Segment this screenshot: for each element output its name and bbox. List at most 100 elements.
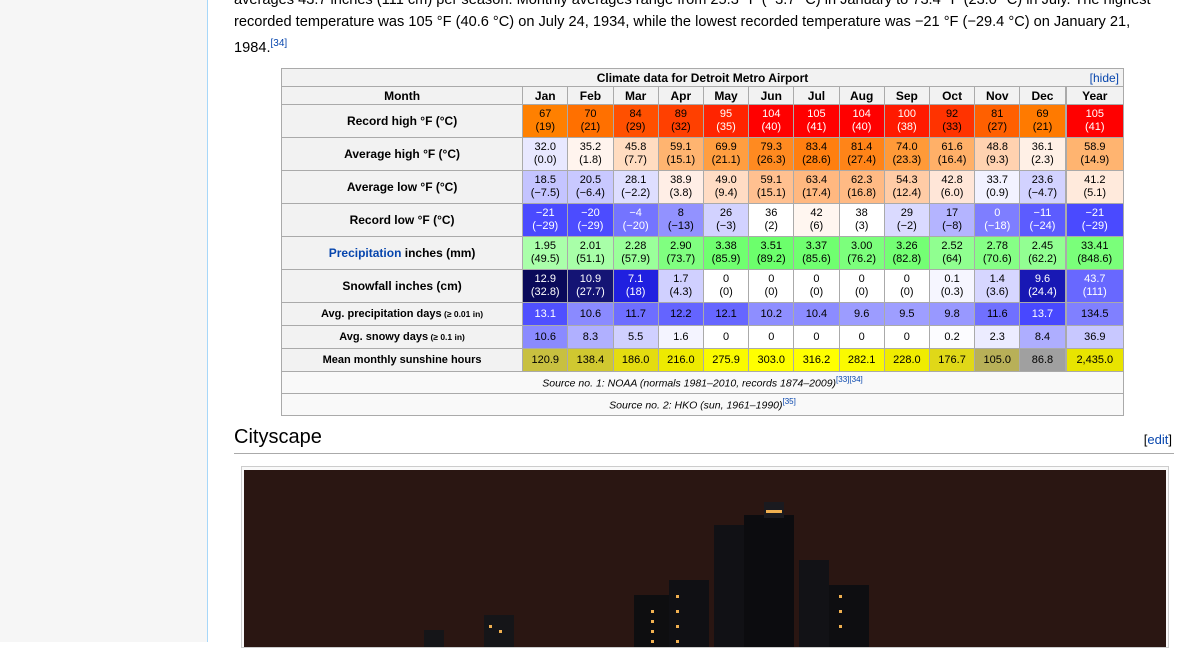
cell-value-fahrenheit: 81.4 bbox=[850, 141, 873, 153]
cell-value-fahrenheit: 67 bbox=[539, 108, 552, 120]
cell-value-fahrenheit: 0 bbox=[903, 273, 910, 285]
climate-paragraph: averages 43.7 inches (111 cm) per season… bbox=[234, 0, 1174, 59]
table-cell: 41.2 (5.1) bbox=[1064, 170, 1124, 204]
cell-value-fahrenheit: 8.4 bbox=[1034, 330, 1051, 343]
cell-value-metric: (85.6) bbox=[802, 253, 831, 265]
cell-value-fahrenheit: 104 bbox=[762, 108, 781, 120]
reference-link[interactable]: [33][34] bbox=[836, 375, 863, 384]
cell-value-fahrenheit: 2.01 bbox=[579, 240, 602, 252]
cell-value-metric: (2) bbox=[764, 220, 778, 232]
table-cell: 33.7 (0.9) bbox=[974, 170, 1021, 204]
cell-value-fahrenheit: 13.1 bbox=[534, 307, 556, 320]
cell-value-fahrenheit: 23.6 bbox=[1031, 174, 1054, 186]
cell-value-fahrenheit: 10.9 bbox=[579, 273, 602, 285]
cell-value-metric: (−29) bbox=[1081, 220, 1108, 232]
cell-value-fahrenheit: −11 bbox=[1033, 207, 1052, 219]
paragraph-line: 1984.[34] bbox=[234, 33, 1174, 59]
cell-value-fahrenheit: 29 bbox=[900, 207, 913, 219]
cell-value-fahrenheit: 3.51 bbox=[760, 240, 782, 252]
cell-value-fahrenheit: 0 bbox=[813, 273, 820, 285]
source-row: Source no. 1: NOAA (normals 1981–2010, r… bbox=[281, 371, 1124, 394]
cell-value-metric: (40) bbox=[761, 121, 782, 133]
cell-value-metric: (27) bbox=[987, 121, 1008, 133]
cell-value-fahrenheit: 42 bbox=[810, 207, 823, 219]
cell-value-metric: (−8) bbox=[942, 220, 962, 232]
cell-value-metric: (21) bbox=[580, 121, 601, 133]
cell-value-fahrenheit: 1.6 bbox=[673, 330, 689, 343]
cell-value-fahrenheit: 45.8 bbox=[624, 141, 647, 153]
table-cell: 13.7 bbox=[1019, 302, 1067, 326]
table-cell: 228.0 bbox=[883, 348, 930, 372]
table-title: Climate data for Detroit Metro Airport bbox=[596, 70, 809, 85]
cell-value-fahrenheit: 3.26 bbox=[896, 240, 918, 252]
cell-value-fahrenheit: 100 bbox=[897, 108, 917, 120]
cell-value-fahrenheit: 0 bbox=[768, 330, 775, 343]
cell-value-metric: (27.4) bbox=[847, 154, 877, 166]
month-header-jul: Jul bbox=[793, 86, 840, 105]
paragraph-line: averages 43.7 inches (111 cm) per season… bbox=[234, 0, 1151, 8]
cell-value-fahrenheit: 79.3 bbox=[760, 141, 782, 153]
cell-value-metric: (15.1) bbox=[666, 154, 696, 166]
cityscape-thumbnail-frame[interactable] bbox=[241, 466, 1169, 648]
edit-section-link[interactable]: [edit] bbox=[1144, 432, 1172, 447]
cell-value-fahrenheit: 3.38 bbox=[715, 240, 737, 252]
cell-value-fahrenheit: 48.8 bbox=[986, 141, 1008, 153]
cell-value-fahrenheit: 0.1 bbox=[944, 273, 960, 285]
table-cell: 42 (6) bbox=[793, 203, 840, 237]
cell-value-metric: (0.9) bbox=[985, 187, 1009, 199]
precipitation-link[interactable]: Precipitation bbox=[329, 246, 402, 260]
cell-value-fahrenheit: 26 bbox=[719, 207, 733, 219]
table-cell: −20 (−29) bbox=[567, 203, 614, 237]
table-cell: 70 (21) bbox=[567, 104, 614, 138]
table-cell: 0 bbox=[748, 325, 795, 349]
table-cell: 11.7 bbox=[612, 302, 659, 326]
table-cell: 62.3 (16.8) bbox=[838, 170, 885, 204]
cell-value-metric: (6) bbox=[809, 220, 824, 232]
row-header: Avg. precipitation days (≥ 0.01 in) bbox=[280, 302, 524, 326]
cell-value-fahrenheit: 69.9 bbox=[715, 141, 737, 153]
cell-value-fahrenheit: 43.7 bbox=[1084, 273, 1106, 285]
cell-value-fahrenheit: 0 bbox=[858, 273, 865, 285]
table-cell: 28.1 (−2.2) bbox=[612, 170, 659, 204]
cell-value-metric: (32.8) bbox=[530, 286, 560, 298]
cell-value-metric: (−29) bbox=[532, 220, 559, 232]
cell-value-fahrenheit: −21 bbox=[535, 207, 555, 219]
cell-value-fahrenheit: 12.1 bbox=[715, 307, 737, 320]
table-cell: 0 bbox=[793, 325, 840, 349]
cell-value-fahrenheit: 36.9 bbox=[1084, 330, 1106, 343]
table-row: Average low °F (°C) 18.5 (−7.5) 20.5 (−6.4) 2… bbox=[280, 170, 1124, 204]
cell-value-fahrenheit: 316.2 bbox=[802, 353, 831, 366]
cell-value-fahrenheit: 59.1 bbox=[670, 141, 692, 153]
hide-toggle-link[interactable]: [hide] bbox=[1090, 71, 1119, 85]
table-cell: 9.6 (24.4) bbox=[1019, 269, 1067, 303]
table-cell: 10.2 bbox=[748, 302, 795, 326]
table-cell: 86.8 bbox=[1019, 348, 1067, 372]
cell-value-metric: (−24) bbox=[1029, 220, 1056, 232]
cell-value-fahrenheit: 228.0 bbox=[893, 353, 921, 366]
cell-value-metric: (−7.5) bbox=[530, 187, 560, 199]
table-caption: Climate data for Detroit Metro Airport [… bbox=[281, 68, 1124, 87]
cell-value-fahrenheit: 0 bbox=[813, 330, 820, 343]
table-cell: 59.1 (15.1) bbox=[748, 170, 795, 204]
cell-value-fahrenheit: 7.1 bbox=[628, 273, 644, 285]
table-cell: 74.0 (23.3) bbox=[883, 137, 930, 171]
cell-value-metric: (−20) bbox=[622, 220, 649, 232]
table-cell: 63.4 (17.4) bbox=[793, 170, 840, 204]
cell-value-fahrenheit: 61.6 bbox=[941, 141, 963, 153]
cell-value-fahrenheit: 138.4 bbox=[576, 353, 605, 366]
table-cell: 12.1 bbox=[702, 302, 750, 326]
reference-link[interactable]: [34] bbox=[271, 38, 288, 49]
table-cell: 3.00 (76.2) bbox=[838, 236, 885, 270]
cell-value-metric: (23.3) bbox=[892, 154, 922, 166]
table-cell: 120.9 bbox=[522, 348, 569, 372]
cell-value-metric: (0.0) bbox=[533, 154, 557, 166]
table-cell: 2.28 (57.9) bbox=[612, 236, 659, 270]
cell-value-fahrenheit: 1.7 bbox=[673, 273, 689, 285]
table-cell: 176.7 bbox=[928, 348, 976, 372]
reference-link[interactable]: [35] bbox=[783, 397, 796, 406]
cell-value-fahrenheit: 13.7 bbox=[1031, 307, 1054, 320]
cell-value-fahrenheit: 275.9 bbox=[712, 353, 740, 366]
cityscape-night-photo[interactable] bbox=[244, 470, 1166, 647]
edit-label[interactable]: edit bbox=[1147, 432, 1168, 447]
table-cell: 43.7 (111) bbox=[1064, 269, 1124, 303]
